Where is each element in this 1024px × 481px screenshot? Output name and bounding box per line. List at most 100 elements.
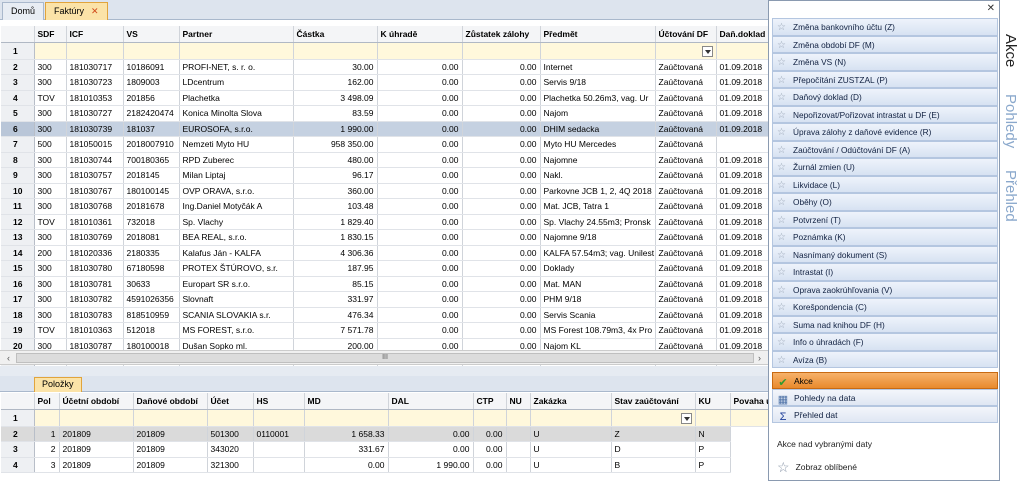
horizontal-scrollbar[interactable]: ‹ III › <box>0 350 768 365</box>
cell-dal[interactable]: 0.00 <box>388 441 474 458</box>
cell-partner[interactable]: Nemzeti Myto HU <box>179 136 294 153</box>
cell-dan-doklad[interactable]: 01.09.2018 <box>716 121 769 137</box>
cell-predmet[interactable]: Parkovne JCB 1, 2, 4Q 2018 <box>540 183 656 199</box>
cell-dan-doklad[interactable]: 01.09.2018 <box>716 183 769 199</box>
invoice-row[interactable]: 12 TOV 181010361 732018 Sp. Vlachy 1 829.40 0.… <box>1 214 769 230</box>
invoice-row[interactable]: 2 300 181030717 10186091 PROFI-NET, s. r. o.… <box>1 59 769 75</box>
cell-castka[interactable]: 1 990.00 <box>293 121 378 137</box>
cell-predmet[interactable]: Internet <box>540 59 656 75</box>
cell-vs[interactable]: 201856 <box>123 90 180 106</box>
invoice-row[interactable]: 11 300 181030768 20181678 Ing.Daniel Motyčák… <box>1 198 769 215</box>
cell-zustatek-zalohy[interactable]: 0.00 <box>462 90 541 106</box>
cell-ucetni-obdobi[interactable]: 201809 <box>59 441 134 458</box>
cell-icf[interactable]: 181050015 <box>66 136 124 153</box>
cell-ucetni-obdobi[interactable]: 201809 <box>59 426 134 442</box>
star-outline-icon[interactable]: ☆ <box>777 212 788 228</box>
cell-k-uhrade[interactable]: 0.00 <box>377 152 463 168</box>
tab-domu[interactable]: Domů <box>2 2 45 20</box>
invoice-row[interactable]: 3 300 181030723 1809003 LDcentrum 162.00 0.00 0… <box>1 74 769 91</box>
cell-partner[interactable]: Konica Minolta Slova <box>179 105 294 122</box>
item-row[interactable]: 3 2 201809 201809 343020 331.67 0.00 0.00 U D P <box>1 441 768 458</box>
cell-icf[interactable]: 181030717 <box>66 59 124 75</box>
star-outline-icon[interactable]: ☆ <box>777 159 788 175</box>
cell-predmet[interactable]: Myto HU Mercedes <box>540 136 656 153</box>
cell-partner[interactable]: Slovnaft <box>179 291 294 308</box>
star-outline-icon[interactable]: ☆ <box>777 194 788 210</box>
action-item[interactable]: ☆ Úprava zálohy z daňové evidence (R) <box>772 123 998 141</box>
action-item[interactable]: ☆ Přepočítání ZUSTZAL (P) <box>772 70 998 88</box>
cell-zustatek-zalohy[interactable]: 0.00 <box>462 198 541 215</box>
action-item[interactable]: ☆ Suma nad knihou DF (H) <box>772 315 998 333</box>
action-item[interactable]: ☆ Korešpondencia (C) <box>772 298 998 316</box>
filter-cell[interactable] <box>377 42 463 60</box>
cell-ucet[interactable]: 343020 <box>207 441 254 458</box>
cell-md[interactable]: 1 658.33 <box>304 426 389 442</box>
tab-faktury[interactable]: Faktúry ✕ <box>45 2 108 20</box>
column-header-castka[interactable]: Částka <box>293 26 378 43</box>
cell-zakazka[interactable]: U <box>530 441 612 458</box>
action-item[interactable]: ☆ Potvrzení (T) <box>772 210 998 228</box>
cell-uctovani-df[interactable]: Zaúčtovaná <box>655 59 717 75</box>
cell-castka[interactable]: 7 571.78 <box>293 322 378 339</box>
cell-uctovani-df[interactable]: Zaúčtovaná <box>655 276 717 292</box>
cell-dan-doklad[interactable]: 01.09.2018 <box>716 291 769 308</box>
invoice-row[interactable]: 7 500 181050015 2018007910 Nemzeti Myto HU 95… <box>1 136 769 153</box>
cell-sdf[interactable]: 300 <box>34 276 67 292</box>
column-header-partner[interactable]: Partner <box>179 26 294 43</box>
column-header-stav-zauctovani[interactable]: Stav zaúčtování <box>611 393 696 410</box>
cell-castka[interactable]: 331.97 <box>293 291 378 308</box>
cell-zustatek-zalohy[interactable]: 0.00 <box>462 183 541 199</box>
cell-icf[interactable]: 181030768 <box>66 198 124 215</box>
cell-ucetni-obdobi[interactable]: 201809 <box>59 457 134 473</box>
cell-partner[interactable]: Milan Liptaj <box>179 167 294 184</box>
cell-sdf[interactable]: 300 <box>34 121 67 137</box>
cell-partner[interactable]: PROFI-NET, s. r. o. <box>179 59 294 75</box>
cell-icf[interactable]: 181030780 <box>66 260 124 277</box>
filter-cell[interactable] <box>133 409 208 427</box>
cell-partner[interactable]: RPD Zuberec <box>179 152 294 168</box>
action-item[interactable]: ☆ Poznámka (K) <box>772 228 998 246</box>
tab-polozky[interactable]: Položky <box>34 377 82 392</box>
cell-zustatek-zalohy[interactable]: 0.00 <box>462 136 541 153</box>
cell-dan-doklad[interactable]: 01.09.2018 <box>716 214 769 230</box>
cell-dan-doklad[interactable]: 01.09.2018 <box>716 105 769 122</box>
cell-partner[interactable]: EUROSOFA, s.r.o. <box>179 121 294 137</box>
invoice-row[interactable]: 18 300 181030783 818510959 SCANIA SLOVAKIA s… <box>1 307 769 323</box>
star-outline-icon[interactable]: ☆ <box>777 229 788 245</box>
cell-sdf[interactable]: 300 <box>34 59 67 75</box>
cell-dan-doklad[interactable]: 01.09.2018 <box>716 74 769 91</box>
cell-k-uhrade[interactable]: 0.00 <box>377 74 463 91</box>
column-header-icf[interactable]: ICF <box>66 26 124 43</box>
filter-cell[interactable] <box>611 409 696 427</box>
item-row[interactable]: 2 1 201809 201809 501300 0110001 1 658.33 0.00 0… <box>1 426 768 442</box>
column-header-ctp[interactable]: CTP <box>473 393 507 410</box>
cell-predmet[interactable]: Najomne <box>540 152 656 168</box>
item-row[interactable]: 4 3 201809 201809 321300 0.00 1 990.00 0.00 U B P <box>1 457 768 473</box>
cell-icf[interactable]: 181030783 <box>66 307 124 323</box>
cell-k-uhrade[interactable]: 0.00 <box>377 229 463 246</box>
chevron-down-icon[interactable] <box>701 45 713 57</box>
cell-uctovani-df[interactable]: Zaúčtovaná <box>655 245 717 261</box>
cell-partner[interactable]: LDcentrum <box>179 74 294 91</box>
star-outline-icon[interactable]: ☆ <box>777 334 788 350</box>
cell-icf[interactable]: 181030782 <box>66 291 124 308</box>
column-header-povaha-uctu[interactable]: Povaha úč <box>730 393 769 410</box>
cell-vs[interactable]: 2018081 <box>123 229 180 246</box>
filter-cell[interactable] <box>473 409 507 427</box>
cell-k-uhrade[interactable]: 0.00 <box>377 105 463 122</box>
invoice-row[interactable]: 15 300 181030780 67180598 PROTEX ŠTÚROVO, s.… <box>1 260 769 277</box>
cell-nu[interactable] <box>506 457 531 473</box>
star-outline-icon[interactable]: ☆ <box>777 264 788 280</box>
cell-zakazka[interactable]: U <box>530 426 612 442</box>
cell-sdf[interactable]: 300 <box>34 229 67 246</box>
side-tab-prehled[interactable]: Přehled <box>1002 170 1019 222</box>
cell-icf[interactable]: 181030727 <box>66 105 124 122</box>
invoice-row[interactable]: 8 300 181030744 700180365 RPD Zuberec 480.00 0… <box>1 152 769 168</box>
cell-icf[interactable]: 181030723 <box>66 74 124 91</box>
cell-castka[interactable]: 1 830.15 <box>293 229 378 246</box>
cell-uctovani-df[interactable]: Zaúčtovaná <box>655 214 717 230</box>
cell-k-uhrade[interactable]: 0.00 <box>377 245 463 261</box>
cell-zustatek-zalohy[interactable]: 0.00 <box>462 74 541 91</box>
cell-sdf[interactable]: 300 <box>34 183 67 199</box>
invoice-row[interactable]: 14 200 181020336 2180335 Kalafus Ján - KALFA… <box>1 245 769 261</box>
